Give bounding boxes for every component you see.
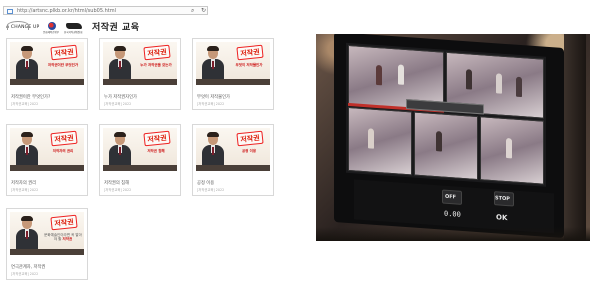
video-card[interactable]: 저작권 저작자의 권리 저작자의 권리 [저작권교육] 2022 <box>6 124 88 196</box>
card-title[interactable]: 무엇이 저작물인가 <box>197 94 230 100</box>
card-meta: [저작권교육] 2022 <box>197 102 225 106</box>
page-title: 저작권 교육 <box>92 23 140 33</box>
video-thumbnail[interactable]: 저작권 누가 저작권을 갖는가 <box>103 42 177 85</box>
photo-bottom-shade <box>316 227 590 241</box>
thumbnail-subtitle: 문화예술인이라면 꼭 알아야 할 저작권 <box>44 233 82 241</box>
left-readout: 0.00 <box>444 209 461 219</box>
address-bar[interactable]: http://artsnc.plkb.or.kr/html/sub05.html… <box>3 6 208 15</box>
video-card[interactable]: 저작권 저작권이란 무엇인가저작권이란 무엇인가? [저작권교육] 2022 <box>6 38 88 110</box>
url-text[interactable]: http://artsnc.plkb.or.kr/html/sub05.html <box>17 7 116 15</box>
video-thumbnail[interactable]: 저작권 공정 이용 <box>196 128 270 171</box>
card-title[interactable]: 연극관계자, 저작권 <box>11 264 45 270</box>
video-thumbnail[interactable]: 저작권 저작권 침해 <box>103 128 177 171</box>
card-meta: [저작권교육] 2022 <box>104 102 132 106</box>
card-title[interactable]: 누가 저작권자인가 <box>104 94 137 100</box>
stop-label: STOP <box>495 195 510 203</box>
card-title[interactable]: 저작권의 침해 <box>104 180 129 186</box>
video-card[interactable]: 저작권 공정 이용 공정 이용 [저작권교육] 2022 <box>192 124 274 196</box>
stamp-logo: 저작권 <box>50 214 78 231</box>
video-card[interactable]: 저작권 누가 저작권을 갖는가누가 저작권자인가 [저작권교육] 2022 <box>99 38 181 110</box>
card-meta: [저작권교육] 2022 <box>11 272 39 276</box>
taegeuk-icon <box>48 22 56 30</box>
cable <box>564 34 586 241</box>
thumbnail-subtitle: 저작권 침해 <box>147 149 165 153</box>
control-panel: OFF STOP OK 0.00 <box>354 179 554 234</box>
card-meta: [저작권교육] 2022 <box>11 188 39 192</box>
page-icon <box>7 9 13 14</box>
video-card[interactable]: 저작권 저작권 침해저작권의 침해 [저작권교육] 2022 <box>99 124 181 196</box>
card-title[interactable]: 저작자의 권리 <box>11 180 36 186</box>
video-thumbnail[interactable]: 저작권 무엇이 저작물인가 <box>196 42 270 85</box>
video-card[interactable]: 저작권문화예술인이라면 꼭 알아야 할 저작권연극관계자, 저작권 [저작권교육]… <box>6 208 88 280</box>
commission-mark-icon <box>66 23 82 29</box>
video-card[interactable]: 저작권 무엇이 저작물인가 무엇이 저작물인가 [저작권교육] 2022 <box>192 38 274 110</box>
video-thumbnail[interactable]: 저작권 저작권이란 무엇인가 <box>10 42 84 85</box>
stamp-logo: 저작권 <box>236 130 264 147</box>
copyright-commission-logo[interactable]: 한국저작권위원회 <box>64 23 84 34</box>
card-meta: [저작권교육] 2022 <box>11 102 39 106</box>
thumbnail-subtitle: 저작자의 권리 <box>52 149 74 153</box>
card-title[interactable]: 저작권이란 무엇인가? <box>11 94 50 100</box>
left-panel: http://artsnc.plkb.or.kr/html/sub05.html… <box>0 0 300 289</box>
logo-arc-icon <box>7 21 29 30</box>
video-thumbnail[interactable]: 저작권문화예술인이라면 꼭 알아야 할 저작권 <box>10 212 84 255</box>
thumbnail-subtitle: 공정 이용 <box>241 149 257 153</box>
stamp-logo: 저작권 <box>50 130 78 147</box>
card-title[interactable]: 공정 이용 <box>197 180 214 186</box>
video-thumbnail[interactable]: 저작권 저작자의 권리 <box>10 128 84 171</box>
monitor: OFF STOP OK 0.00 <box>334 34 564 239</box>
a-change-up-logo[interactable]: A CHANGE UP <box>6 21 39 34</box>
stamp-logo: 저작권 <box>50 44 78 61</box>
refresh-icon[interactable]: ↻ <box>201 7 206 15</box>
thumbnail-subtitle: 무엇이 저작물인가 <box>235 63 263 67</box>
stamp-logo: 저작권 <box>143 44 171 61</box>
ok-label: OK <box>496 213 508 223</box>
thumbnail-subtitle: 저작권이란 무엇인가 <box>47 63 79 67</box>
stamp-logo: 저작권 <box>143 130 171 147</box>
monitor-screen <box>346 42 546 187</box>
broadcast-monitor-photo: OFF STOP OK 0.00 <box>316 34 590 241</box>
government-seal-logo[interactable]: 문화체육관광부 <box>43 22 61 34</box>
stamp-logo: 저작권 <box>236 44 264 61</box>
search-icon[interactable]: ⌕ <box>191 7 194 15</box>
thumbnail-subtitle: 누가 저작권을 갖는가 <box>140 63 172 67</box>
card-meta: [저작권교육] 2022 <box>104 188 132 192</box>
card-meta: [저작권교육] 2022 <box>197 188 225 192</box>
off-label: OFF <box>445 193 457 201</box>
